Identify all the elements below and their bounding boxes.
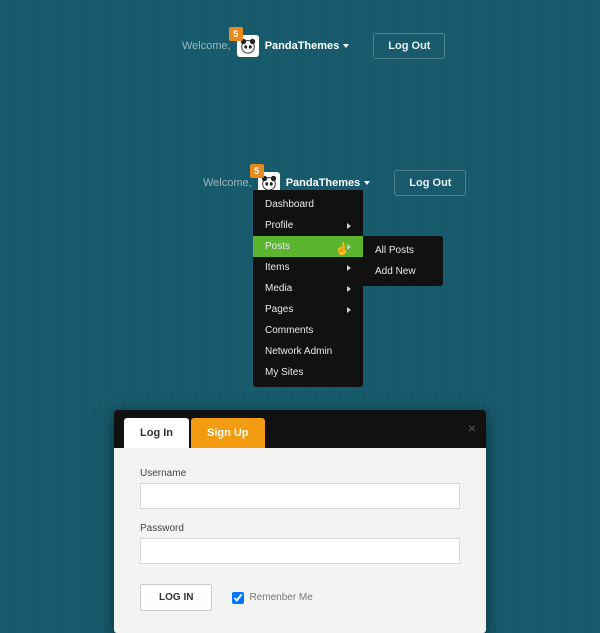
user-dropdown-menu: Dashboard Profile Posts☝All PostsAdd New It… [253, 190, 363, 387]
chevron-right-icon [347, 307, 351, 313]
tab-login[interactable]: Log In [124, 418, 189, 448]
avatar[interactable]: 5 [237, 35, 259, 57]
menu-item-comments[interactable]: Comments [253, 320, 363, 341]
menu-item-pages[interactable]: Pages [253, 299, 363, 320]
menu-item-network-admin[interactable]: Network Admin [253, 341, 363, 362]
welcome-text: Welcome, [182, 40, 231, 52]
menu-item-label: Profile [265, 220, 293, 231]
username-text: PandaThemes [286, 177, 361, 189]
welcome-text: Welcome, [203, 177, 252, 189]
menu-item-label: Items [265, 262, 289, 273]
modal-header: Log In Sign Up × [114, 410, 486, 448]
menu-item-label: Posts [265, 241, 290, 252]
submenu: All PostsAdd New [363, 236, 443, 286]
username-text: PandaThemes [265, 40, 340, 52]
menu-item-label: My Sites [265, 367, 303, 378]
menu-item-media[interactable]: Media [253, 278, 363, 299]
logout-button[interactable]: Log Out [394, 170, 466, 196]
username-dropdown-trigger[interactable]: PandaThemes [265, 40, 350, 52]
menu-item-label: Dashboard [265, 199, 314, 210]
form-actions: LOG IN Remenber Me [140, 584, 460, 611]
menu-item-profile[interactable]: Profile [253, 215, 363, 236]
chevron-right-icon [347, 265, 351, 271]
chevron-right-icon [347, 286, 351, 292]
submenu-item-add-new[interactable]: Add New [363, 261, 443, 282]
menu-item-items[interactable]: Items [253, 257, 363, 278]
menu-item-label: Network Admin [265, 346, 332, 357]
menu-item-my-sites[interactable]: My Sites [253, 362, 363, 383]
menu-item-dashboard[interactable]: Dashboard [253, 194, 363, 215]
modal-body: Username Password LOG IN Remenber Me [114, 448, 486, 633]
password-input[interactable] [140, 538, 460, 564]
password-label: Password [140, 523, 460, 534]
topbar-collapsed: Welcome, 5 PandaThemes Log Out [182, 33, 445, 59]
chevron-right-icon [347, 223, 351, 229]
remember-label: Remenber Me [249, 592, 312, 603]
submenu-item-all-posts[interactable]: All Posts [363, 240, 443, 261]
login-submit-button[interactable]: LOG IN [140, 584, 212, 611]
menu-item-posts[interactable]: Posts☝All PostsAdd New [253, 236, 363, 257]
username-dropdown-trigger[interactable]: PandaThemes [286, 177, 371, 189]
menu-item-label: Comments [265, 325, 313, 336]
remember-checkbox[interactable] [232, 592, 244, 604]
notification-badge[interactable]: 5 [229, 27, 243, 41]
tab-signup[interactable]: Sign Up [191, 418, 265, 448]
notification-badge[interactable]: 5 [250, 164, 264, 178]
username-input[interactable] [140, 483, 460, 509]
username-label: Username [140, 468, 460, 479]
remember-me[interactable]: Remenber Me [232, 592, 312, 604]
menu-item-label: Pages [265, 304, 293, 315]
menu-item-label: Media [265, 283, 292, 294]
chevron-down-icon [364, 181, 370, 185]
login-modal: Log In Sign Up × Username Password LOG I… [114, 410, 486, 633]
chevron-right-icon [347, 244, 351, 250]
logout-button[interactable]: Log Out [373, 33, 445, 59]
close-icon[interactable]: × [468, 420, 476, 436]
chevron-down-icon [343, 44, 349, 48]
